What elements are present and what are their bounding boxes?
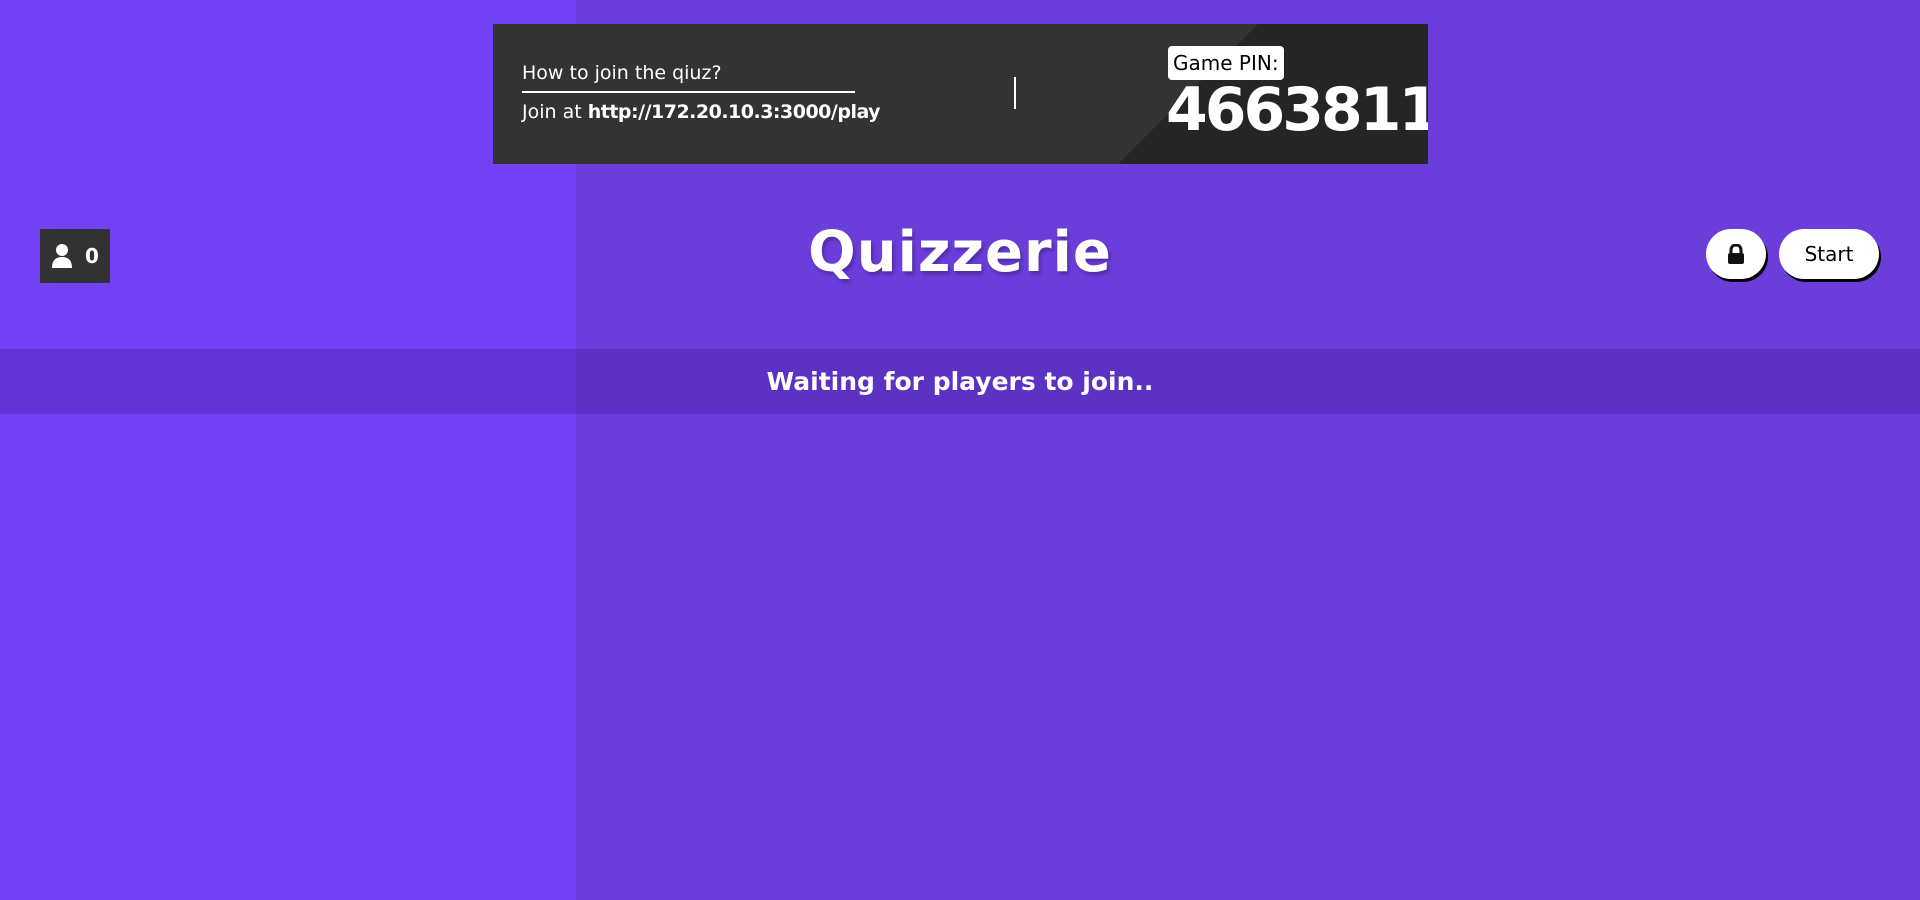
lock-button[interactable] [1706,229,1766,279]
lock-icon [1728,244,1744,264]
join-instructions: Join at http://172.20.10.3:3000/play [522,101,881,123]
waiting-banner: Waiting for players to join.. [0,349,1920,414]
join-info-panel: How to join the qiuz? Join at http://172… [493,24,1428,164]
background-left [0,0,576,900]
join-url: http://172.20.10.3:3000/play [587,101,881,123]
game-pin-value: 4663811 [1166,75,1428,145]
page-title: Quizzerie [808,220,1112,285]
join-prefix: Join at [522,101,582,123]
join-question: How to join the qiuz? [522,62,855,93]
panel-divider [1014,77,1016,109]
waiting-status: Waiting for players to join.. [766,367,1154,396]
start-button[interactable]: Start [1779,229,1879,279]
